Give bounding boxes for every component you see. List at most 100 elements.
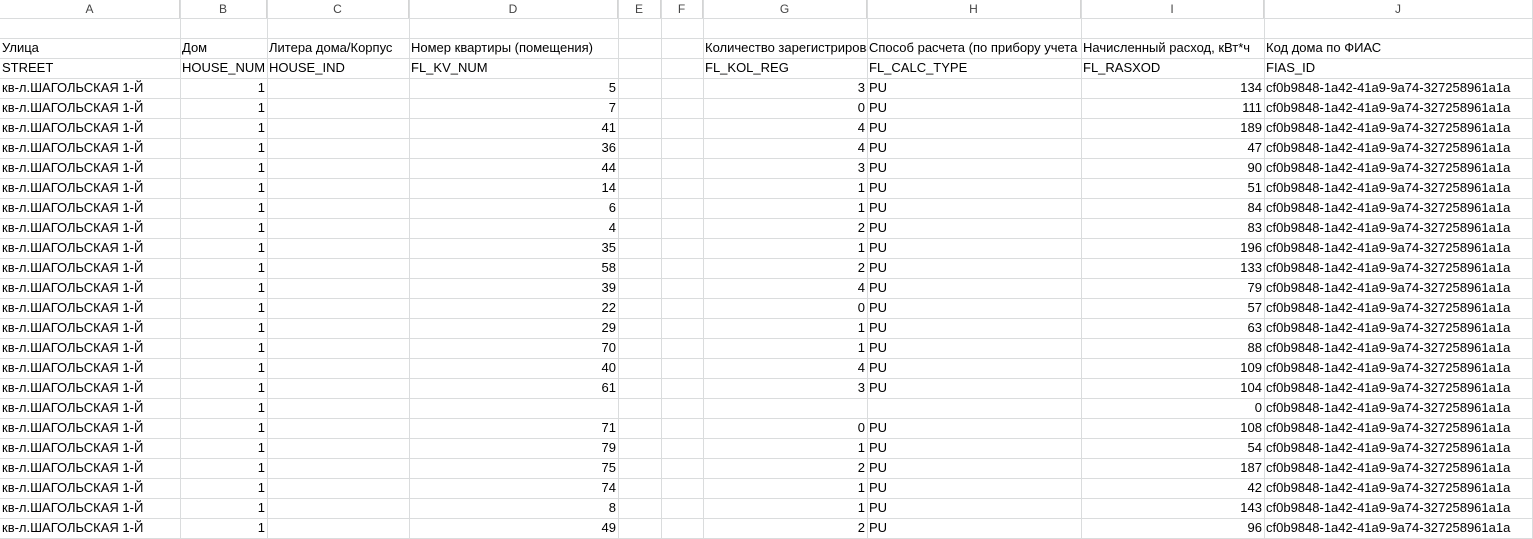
cell-fias[interactable]: cf0b9848-1a42-41a9-9a74-327258961a1a [1264,458,1533,478]
cell-house[interactable]: 1 [180,138,267,158]
cell-rasxod[interactable]: 54 [1081,438,1264,458]
cell-street[interactable]: кв-л.ШАГОЛЬСКАЯ 1-Й [0,478,180,498]
cell-kv[interactable]: 5 [409,78,618,98]
header-house[interactable]: Дом [180,38,267,58]
cell-rasxod[interactable]: 196 [1081,238,1264,258]
cell-street[interactable]: кв-л.ШАГОЛЬСКАЯ 1-Й [0,238,180,258]
cell-house[interactable]: 1 [180,118,267,138]
cell-kv[interactable]: 58 [409,258,618,278]
cell-kv[interactable]: 71 [409,418,618,438]
code-rasxod[interactable]: FL_RASXOD [1081,58,1264,78]
cell-calc[interactable]: PU [867,498,1081,518]
cell-calc[interactable]: PU [867,178,1081,198]
cell-house[interactable]: 1 [180,418,267,438]
cell-house[interactable]: 1 [180,218,267,238]
cell-street[interactable]: кв-л.ШАГОЛЬСКАЯ 1-Й [0,78,180,98]
cell-calc[interactable]: PU [867,298,1081,318]
cell-kv[interactable]: 4 [409,218,618,238]
cell-street[interactable]: кв-л.ШАГОЛЬСКАЯ 1-Й [0,198,180,218]
cell-kv[interactable]: 35 [409,238,618,258]
cell-rasxod[interactable]: 134 [1081,78,1264,98]
cell-street[interactable]: кв-л.ШАГОЛЬСКАЯ 1-Й [0,158,180,178]
cell-kv[interactable]: 70 [409,338,618,358]
cell-kol[interactable]: 1 [703,238,867,258]
cell-street[interactable]: кв-л.ШАГОЛЬСКАЯ 1-Й [0,358,180,378]
cell-house[interactable]: 1 [180,278,267,298]
cell-fias[interactable]: cf0b9848-1a42-41a9-9a74-327258961a1a [1264,338,1533,358]
cell-kol[interactable]: 0 [703,418,867,438]
cell-rasxod[interactable]: 133 [1081,258,1264,278]
cell-calc[interactable]: PU [867,238,1081,258]
cell-kol[interactable]: 2 [703,218,867,238]
code-house[interactable]: HOUSE_NUM [180,58,267,78]
cell-kv[interactable]: 41 [409,118,618,138]
cell-calc[interactable]: PU [867,118,1081,138]
code-street[interactable]: STREET [0,58,180,78]
cell-kv[interactable]: 79 [409,438,618,458]
cell-fias[interactable]: cf0b9848-1a42-41a9-9a74-327258961a1a [1264,498,1533,518]
cell-house[interactable]: 1 [180,458,267,478]
cell-calc[interactable]: PU [867,278,1081,298]
cell-calc[interactable]: PU [867,78,1081,98]
cell-kv[interactable]: 39 [409,278,618,298]
cell-street[interactable]: кв-л.ШАГОЛЬСКАЯ 1-Й [0,458,180,478]
cell-fias[interactable]: cf0b9848-1a42-41a9-9a74-327258961a1a [1264,358,1533,378]
cell-house[interactable]: 1 [180,438,267,458]
cell-rasxod[interactable]: 88 [1081,338,1264,358]
cell-street[interactable]: кв-л.ШАГОЛЬСКАЯ 1-Й [0,438,180,458]
cell-fias[interactable]: cf0b9848-1a42-41a9-9a74-327258961a1a [1264,258,1533,278]
cell-street[interactable]: кв-л.ШАГОЛЬСКАЯ 1-Й [0,318,180,338]
cell-house[interactable]: 1 [180,298,267,318]
cell-house[interactable]: 1 [180,338,267,358]
cell-kv[interactable]: 7 [409,98,618,118]
cell-kv[interactable]: 49 [409,518,618,538]
cell-kol[interactable]: 4 [703,358,867,378]
column-header-d[interactable]: D [409,0,618,18]
cell-rasxod[interactable]: 79 [1081,278,1264,298]
cell-kol[interactable]: 1 [703,438,867,458]
code-kv[interactable]: FL_KV_NUM [409,58,618,78]
cell-house[interactable]: 1 [180,318,267,338]
cell-rasxod[interactable]: 187 [1081,458,1264,478]
header-calc-type[interactable]: Способ расчета (по прибору учета [867,38,1081,58]
cell-fias[interactable]: cf0b9848-1a42-41a9-9a74-327258961a1a [1264,418,1533,438]
cell-rasxod[interactable]: 189 [1081,118,1264,138]
cell-kol[interactable] [703,398,867,418]
cell-kol[interactable]: 1 [703,198,867,218]
column-header-a[interactable]: A [0,0,180,18]
cell-street[interactable]: кв-л.ШАГОЛЬСКАЯ 1-Й [0,258,180,278]
cell-kol[interactable]: 3 [703,158,867,178]
cell-rasxod[interactable]: 47 [1081,138,1264,158]
cell-rasxod[interactable]: 0 [1081,398,1264,418]
cell-street[interactable]: кв-л.ШАГОЛЬСКАЯ 1-Й [0,178,180,198]
cell-house[interactable]: 1 [180,78,267,98]
cell-kol[interactable]: 1 [703,478,867,498]
cell-kol[interactable]: 4 [703,138,867,158]
header-street[interactable]: Улица [0,38,180,58]
cell-kv[interactable]: 14 [409,178,618,198]
cell-street[interactable]: кв-л.ШАГОЛЬСКАЯ 1-Й [0,378,180,398]
cell-rasxod[interactable]: 63 [1081,318,1264,338]
cell-house[interactable]: 1 [180,378,267,398]
cell-rasxod[interactable]: 108 [1081,418,1264,438]
cell-fias[interactable]: cf0b9848-1a42-41a9-9a74-327258961a1a [1264,438,1533,458]
cell-fias[interactable]: cf0b9848-1a42-41a9-9a74-327258961a1a [1264,318,1533,338]
cell-fias[interactable]: cf0b9848-1a42-41a9-9a74-327258961a1a [1264,378,1533,398]
cell-street[interactable]: кв-л.ШАГОЛЬСКАЯ 1-Й [0,278,180,298]
cell-street[interactable]: кв-л.ШАГОЛЬСКАЯ 1-Й [0,138,180,158]
cell-house[interactable]: 1 [180,258,267,278]
cell-house[interactable]: 1 [180,398,267,418]
column-header-i[interactable]: I [1081,0,1264,18]
cell-fias[interactable]: cf0b9848-1a42-41a9-9a74-327258961a1a [1264,398,1533,418]
cell-rasxod[interactable]: 51 [1081,178,1264,198]
cell-street[interactable]: кв-л.ШАГОЛЬСКАЯ 1-Й [0,218,180,238]
cell-kv[interactable]: 6 [409,198,618,218]
header-kol-reg[interactable]: Количество зарегистрированных [703,38,867,58]
cell-house[interactable]: 1 [180,238,267,258]
cell-calc[interactable]: PU [867,258,1081,278]
cell-fias[interactable]: cf0b9848-1a42-41a9-9a74-327258961a1a [1264,298,1533,318]
column-header-h[interactable]: H [867,0,1081,18]
column-header-g[interactable]: G [703,0,867,18]
code-kol-reg[interactable]: FL_KOL_REG [703,58,867,78]
header-house-ind[interactable]: Литера дома/Корпус [267,38,409,58]
